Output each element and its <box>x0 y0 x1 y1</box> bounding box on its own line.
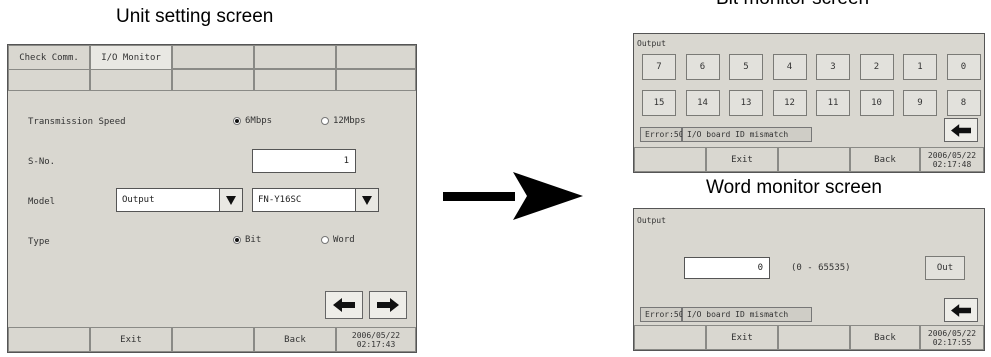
word-value: 0 <box>757 263 763 273</box>
prev-page-button[interactable] <box>325 291 363 319</box>
bit-button[interactable]: 14 <box>685 90 720 116</box>
bit-button[interactable]: 7 <box>642 54 676 80</box>
right-arrow-icon <box>443 172 583 220</box>
bit-button[interactable]: 15 <box>642 90 676 116</box>
error-message: I/O board ID mismatch <box>682 127 812 142</box>
unit-setting-heading: Unit setting screen <box>116 6 274 27</box>
word-monitor-heading: Word monitor screen <box>706 177 882 198</box>
back-button[interactable]: Back <box>850 325 920 350</box>
tab-empty <box>254 69 336 91</box>
exit-button[interactable]: Exit <box>90 327 172 352</box>
triangle-down-icon <box>226 195 236 205</box>
tab-empty <box>172 69 254 91</box>
unit-setting-screen: Check Comm. I/O Monitor Transmission Spe… <box>7 44 417 353</box>
tab-empty <box>336 45 416 69</box>
datetime-display: 2006/05/22 02:17:43 <box>336 327 416 352</box>
speed-6mbps-label: 6Mbps <box>245 116 273 126</box>
bit-button[interactable]: 11 <box>816 90 850 116</box>
word-screen-title: Output <box>637 216 666 225</box>
word-range-text: (0 - 65535) <box>791 263 851 273</box>
triangle-down-icon <box>362 195 372 205</box>
tab-io-monitor[interactable]: I/O Monitor <box>90 45 172 69</box>
bit-button[interactable]: 12 <box>772 90 807 116</box>
tab-empty <box>336 69 416 91</box>
type-label: Type <box>28 237 50 247</box>
footer-empty <box>778 147 850 172</box>
bit-button[interactable]: 13 <box>729 90 763 116</box>
tab-empty <box>254 45 336 69</box>
sno-input[interactable]: 1 <box>252 149 356 173</box>
bit-button[interactable]: 9 <box>903 90 937 116</box>
bit-button[interactable]: 3 <box>816 54 850 80</box>
exit-button[interactable]: Exit <box>706 147 778 172</box>
device-select[interactable]: FN-Y16SC <box>252 188 356 212</box>
model-dropdown-button[interactable] <box>219 188 243 212</box>
type-word-label: Word <box>333 235 355 245</box>
device-value: FN-Y16SC <box>258 195 302 205</box>
out-button[interactable]: Out <box>925 256 965 280</box>
error-message: I/O board ID mismatch <box>682 307 812 322</box>
bit-monitor-screen: Output Error:50 I/O board ID mismatch Ex… <box>633 33 985 173</box>
bit-button[interactable]: 1 <box>903 54 937 80</box>
back-button[interactable]: Back <box>850 147 920 172</box>
bit-button[interactable]: 4 <box>772 54 807 80</box>
error-code: Error:50 <box>640 307 684 322</box>
bit-button[interactable]: 5 <box>729 54 763 80</box>
model-value: Output <box>122 195 155 205</box>
sno-value: 1 <box>343 156 349 166</box>
type-bit-radio[interactable]: Bit <box>233 235 261 245</box>
radio-dot <box>233 117 241 125</box>
datetime-display: 2006/05/22 02:17:55 <box>920 325 984 350</box>
left-arrow-icon <box>333 298 355 312</box>
radio-dot <box>321 236 329 244</box>
model-select[interactable]: Output <box>116 188 220 212</box>
word-monitor-screen: Output 0 (0 - 65535) Out Error:50 I/O bo… <box>633 208 985 351</box>
bit-monitor-heading: Bit monitor screen <box>716 0 869 10</box>
prev-page-button[interactable] <box>944 298 978 322</box>
prev-page-button[interactable] <box>944 118 978 142</box>
tab-empty <box>8 69 90 91</box>
footer-empty <box>634 147 706 172</box>
footer-empty <box>778 325 850 350</box>
next-page-button[interactable] <box>369 291 407 319</box>
word-value-input[interactable]: 0 <box>684 257 770 279</box>
date-text: 2006/05/22 <box>927 328 977 338</box>
speed-12mbps-label: 12Mbps <box>333 116 366 126</box>
device-dropdown-button[interactable] <box>355 188 379 212</box>
transmission-speed-label: Transmission Speed <box>28 117 126 127</box>
type-bit-label: Bit <box>245 235 262 245</box>
exit-button[interactable]: Exit <box>706 325 778 350</box>
date-text: 2006/05/22 <box>927 150 977 160</box>
error-code: Error:50 <box>640 127 684 142</box>
datetime-display: 2006/05/22 02:17:48 <box>920 147 984 172</box>
time-text: 02:17:48 <box>932 159 972 169</box>
radio-dot <box>321 117 329 125</box>
sno-label: S-No. <box>28 157 56 167</box>
footer-empty <box>172 327 254 352</box>
footer-empty <box>634 325 706 350</box>
bit-button[interactable]: 2 <box>859 54 894 80</box>
tab-check-comm[interactable]: Check Comm. <box>8 45 90 69</box>
time-text: 02:17:43 <box>356 339 396 349</box>
left-arrow-icon <box>951 303 971 317</box>
left-arrow-icon <box>951 123 971 137</box>
date-text: 2006/05/22 <box>351 330 401 340</box>
tab-empty <box>90 69 172 91</box>
tab-empty <box>172 45 254 69</box>
bit-button[interactable]: 10 <box>859 90 894 116</box>
bit-button[interactable]: 0 <box>946 54 981 80</box>
speed-6mbps-radio[interactable]: 6Mbps <box>233 116 272 126</box>
back-button[interactable]: Back <box>254 327 336 352</box>
type-word-radio[interactable]: Word <box>321 235 355 245</box>
footer-empty <box>8 327 90 352</box>
right-arrow-icon <box>377 298 399 312</box>
bit-button[interactable]: 8 <box>946 90 981 116</box>
time-text: 02:17:55 <box>932 337 972 347</box>
bit-screen-title: Output <box>637 39 666 48</box>
bit-button[interactable]: 6 <box>685 54 720 80</box>
model-label: Model <box>28 197 56 207</box>
speed-12mbps-radio[interactable]: 12Mbps <box>321 116 366 126</box>
radio-dot <box>233 236 241 244</box>
